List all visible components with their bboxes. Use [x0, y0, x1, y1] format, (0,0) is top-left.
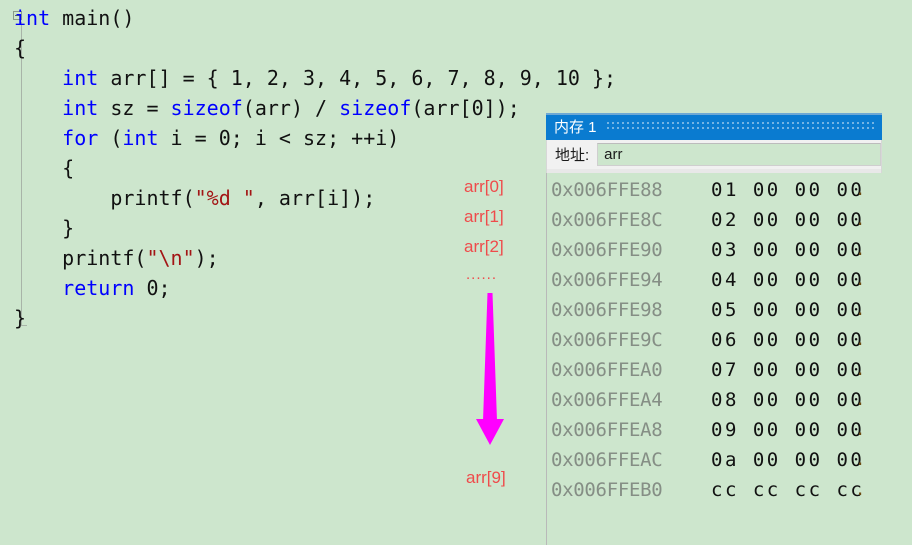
code-token: sizeof [339, 96, 412, 120]
code-line: { [14, 33, 616, 63]
address-label: 地址: [555, 147, 590, 164]
memory-row-bytes: 03 00 00 00 [711, 239, 865, 261]
memory-row[interactable]: 0x006FFEA8 09 00 00 00. [547, 415, 882, 445]
code-token: i = 0; i < sz; ++i) [158, 126, 400, 150]
memory-row-address: 0x006FFEAC [551, 449, 663, 471]
code-token: (arr[0]); [411, 96, 520, 120]
code-text[interactable]: int main() { int arr[] = { 1, 2, 3, 4, 5,… [14, 3, 616, 333]
memory-row-ascii: . [855, 450, 870, 470]
memory-row-ascii: . [855, 240, 870, 260]
memory-row[interactable]: 0x006FFEA0 07 00 00 00. [547, 355, 882, 385]
code-token: main() [50, 6, 135, 30]
memory-row-ascii: . [855, 420, 870, 440]
code-token: sz = [98, 96, 171, 120]
code-token: int [14, 6, 51, 30]
memory-row[interactable]: 0x006FFEA4 08 00 00 00. [547, 385, 882, 415]
memory-row-address: 0x006FFEA0 [551, 359, 663, 381]
memory-row-bytes: 04 00 00 00 [711, 269, 865, 291]
code-line: { [14, 153, 616, 183]
memory-row-address: 0x006FFE88 [551, 179, 663, 201]
code-token: int [62, 96, 99, 120]
code-line: int arr[] = { 1, 2, 3, 4, 5, 6, 7, 8, 9,… [14, 63, 616, 93]
memory-row[interactable]: 0x006FFEAC 0a 00 00 00. [547, 445, 882, 475]
memory-row-bytes: cc cc cc cc [711, 479, 865, 501]
memory-row-address: 0x006FFEA4 [551, 389, 663, 411]
memory-row-ascii: . [855, 180, 870, 200]
memory-row-address: 0x006FFE94 [551, 269, 663, 291]
memory-row[interactable]: 0x006FFE9C 06 00 00 00. [547, 325, 882, 355]
code-token: int [62, 66, 99, 90]
code-token: } [14, 216, 75, 240]
code-token: sizeof [170, 96, 243, 120]
memory-row-bytes: 05 00 00 00 [711, 299, 865, 321]
memory-window-titlebar[interactable]: 内存 1 [546, 113, 882, 140]
downward-arrow-icon [476, 293, 504, 445]
annotation-ellipsis: ...... [466, 266, 498, 283]
memory-row-address: 0x006FFE90 [551, 239, 663, 261]
memory-address-bar[interactable]: 地址: arr [546, 140, 882, 169]
memory-rows-container[interactable]: 0x006FFE88 01 00 00 00. 0x006FFE8C 02 00 00… [546, 173, 882, 545]
memory-row-ascii: . [855, 300, 870, 320]
memory-row-bytes: 0a 00 00 00 [711, 449, 865, 471]
code-line: } [14, 213, 616, 243]
memory-row[interactable]: 0x006FFE94 04 00 00 00. [547, 265, 882, 295]
code-token: } [14, 306, 27, 330]
memory-row[interactable]: 0x006FFE98 05 00 00 00. [547, 295, 882, 325]
memory-row[interactable]: 0x006FFE90 03 00 00 00. [547, 235, 882, 265]
memory-row-ascii: . [855, 210, 870, 230]
code-line: printf("\n"); [14, 243, 616, 273]
memory-row-ascii: . [855, 330, 870, 350]
code-token: ( [98, 126, 123, 150]
annotation-arr9: arr[9] [466, 468, 506, 487]
memory-row-bytes: 07 00 00 00 [711, 359, 865, 381]
memory-window[interactable]: 内存 1 地址: arr 0x006FFE88 01 00 00 00. 0x006… [546, 113, 882, 545]
code-token: { [14, 36, 27, 60]
code-token: "%d " [194, 186, 255, 210]
address-input[interactable]: arr [597, 143, 881, 166]
annotation-arr0: arr[0] [464, 177, 504, 196]
memory-row-bytes: 01 00 00 00 [711, 179, 865, 201]
titlebar-drag-dots[interactable] [606, 121, 876, 132]
code-token: for [62, 126, 99, 150]
memory-row[interactable]: 0x006FFEB0 cc cc cc cc. [547, 475, 882, 505]
titlebar-highlight [546, 113, 882, 115]
memory-row-ascii: . [855, 480, 870, 500]
annotation-arr1: arr[1] [464, 207, 504, 226]
code-token: printf( [14, 246, 147, 270]
memory-row-address: 0x006FFEB0 [551, 479, 663, 501]
code-token: printf( [14, 186, 195, 210]
memory-row-address: 0x006FFE8C [551, 209, 663, 231]
code-line: for (int i = 0; i < sz; ++i) [14, 123, 616, 153]
code-token: , arr[i]); [254, 186, 376, 210]
memory-row-address: 0x006FFE98 [551, 299, 663, 321]
memory-row-ascii: . [855, 270, 870, 290]
memory-row[interactable]: 0x006FFE88 01 00 00 00. [547, 175, 882, 205]
code-token: { [14, 156, 75, 180]
code-token: arr[] = { 1, 2, 3, 4, 5, 6, 7, 8, 9, 10 … [98, 66, 617, 90]
code-token: int [122, 126, 159, 150]
code-line: int main() [14, 3, 616, 33]
memory-row-ascii: . [855, 390, 870, 410]
code-token: ); [194, 246, 219, 270]
code-token: "\n" [146, 246, 195, 270]
memory-row-bytes: 08 00 00 00 [711, 389, 865, 411]
code-line: int sz = sizeof(arr) / sizeof(arr[0]); [14, 93, 616, 123]
code-token: 0; [134, 276, 171, 300]
code-token: return [62, 276, 135, 300]
memory-row-address: 0x006FFE9C [551, 329, 663, 351]
memory-row-address: 0x006FFEA8 [551, 419, 663, 441]
memory-row-bytes: 09 00 00 00 [711, 419, 865, 441]
annotation-arr2: arr[2] [464, 237, 504, 256]
memory-row-bytes: 02 00 00 00 [711, 209, 865, 231]
memory-window-title: 内存 1 [554, 119, 597, 136]
memory-row-bytes: 06 00 00 00 [711, 329, 865, 351]
memory-row-ascii: . [855, 360, 870, 380]
code-line: printf("%d ", arr[i]); [14, 183, 616, 213]
code-token: (arr) / [242, 96, 340, 120]
memory-row[interactable]: 0x006FFE8C 02 00 00 00. [547, 205, 882, 235]
